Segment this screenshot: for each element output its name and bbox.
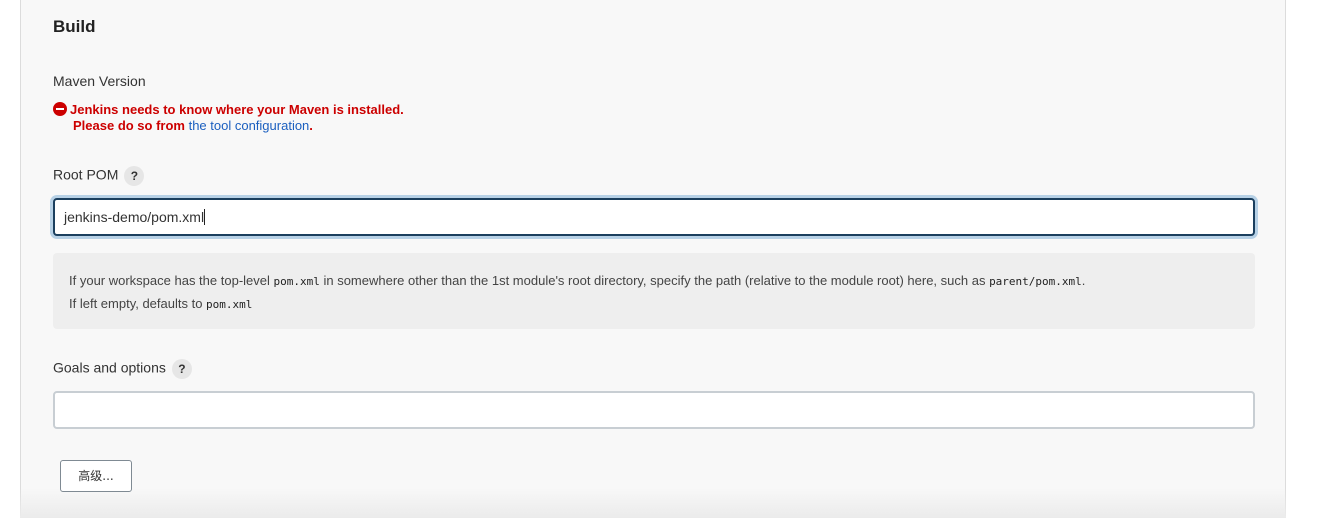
section-title: Build <box>53 17 96 36</box>
goals-help-icon[interactable]: ? <box>171 359 192 379</box>
maven-error-message: Jenkins needs to know where your Maven i… <box>53 102 404 134</box>
maven-error-line1: Jenkins needs to know where your Maven i… <box>53 102 404 118</box>
root-pom-input[interactable]: jenkins-demo/pom.xml <box>53 198 1255 236</box>
maven-error-suffix: . <box>309 118 313 133</box>
help-code-default-pom: pom.xml <box>206 298 253 311</box>
goals-label: Goals and options <box>53 359 166 376</box>
help-text-a: If your workspace has the top-level <box>69 273 274 288</box>
tool-configuration-link[interactable]: the tool configuration <box>189 118 310 133</box>
advanced-button[interactable]: 高级... <box>60 460 132 492</box>
root-pom-help-line1: If your workspace has the top-level pom.… <box>69 270 1239 293</box>
help-code-pom: pom.xml <box>273 275 320 288</box>
help-text-b: in somewhere other than the 1st module's… <box>319 273 990 288</box>
text-caret <box>204 209 206 225</box>
root-pom-label-row: Root POM? <box>53 166 145 186</box>
panel-bottom-shade <box>20 488 1286 518</box>
maven-error-prefix: Please do so from <box>73 118 189 133</box>
goals-label-row: Goals and options? <box>53 359 192 379</box>
error-icon <box>53 102 67 116</box>
root-pom-value: jenkins-demo/pom.xml <box>64 209 205 225</box>
help-code-parent-pom: parent/pom.xml <box>989 275 1082 288</box>
root-pom-help-icon[interactable]: ? <box>124 166 145 186</box>
maven-error-text: Jenkins needs to know where your Maven i… <box>70 102 404 117</box>
help-text-default: If left empty, defaults to <box>69 296 207 311</box>
root-pom-label: Root POM <box>53 166 119 183</box>
root-pom-help-line2: If left empty, defaults to pom.xml <box>69 293 1239 316</box>
goals-input[interactable] <box>53 391 1255 429</box>
root-pom-help-box: If your workspace has the top-level pom.… <box>53 253 1255 329</box>
maven-version-label: Maven Version <box>53 73 146 89</box>
maven-error-line2: Please do so from the tool configuration… <box>53 118 404 134</box>
help-text-c: . <box>1081 273 1086 288</box>
